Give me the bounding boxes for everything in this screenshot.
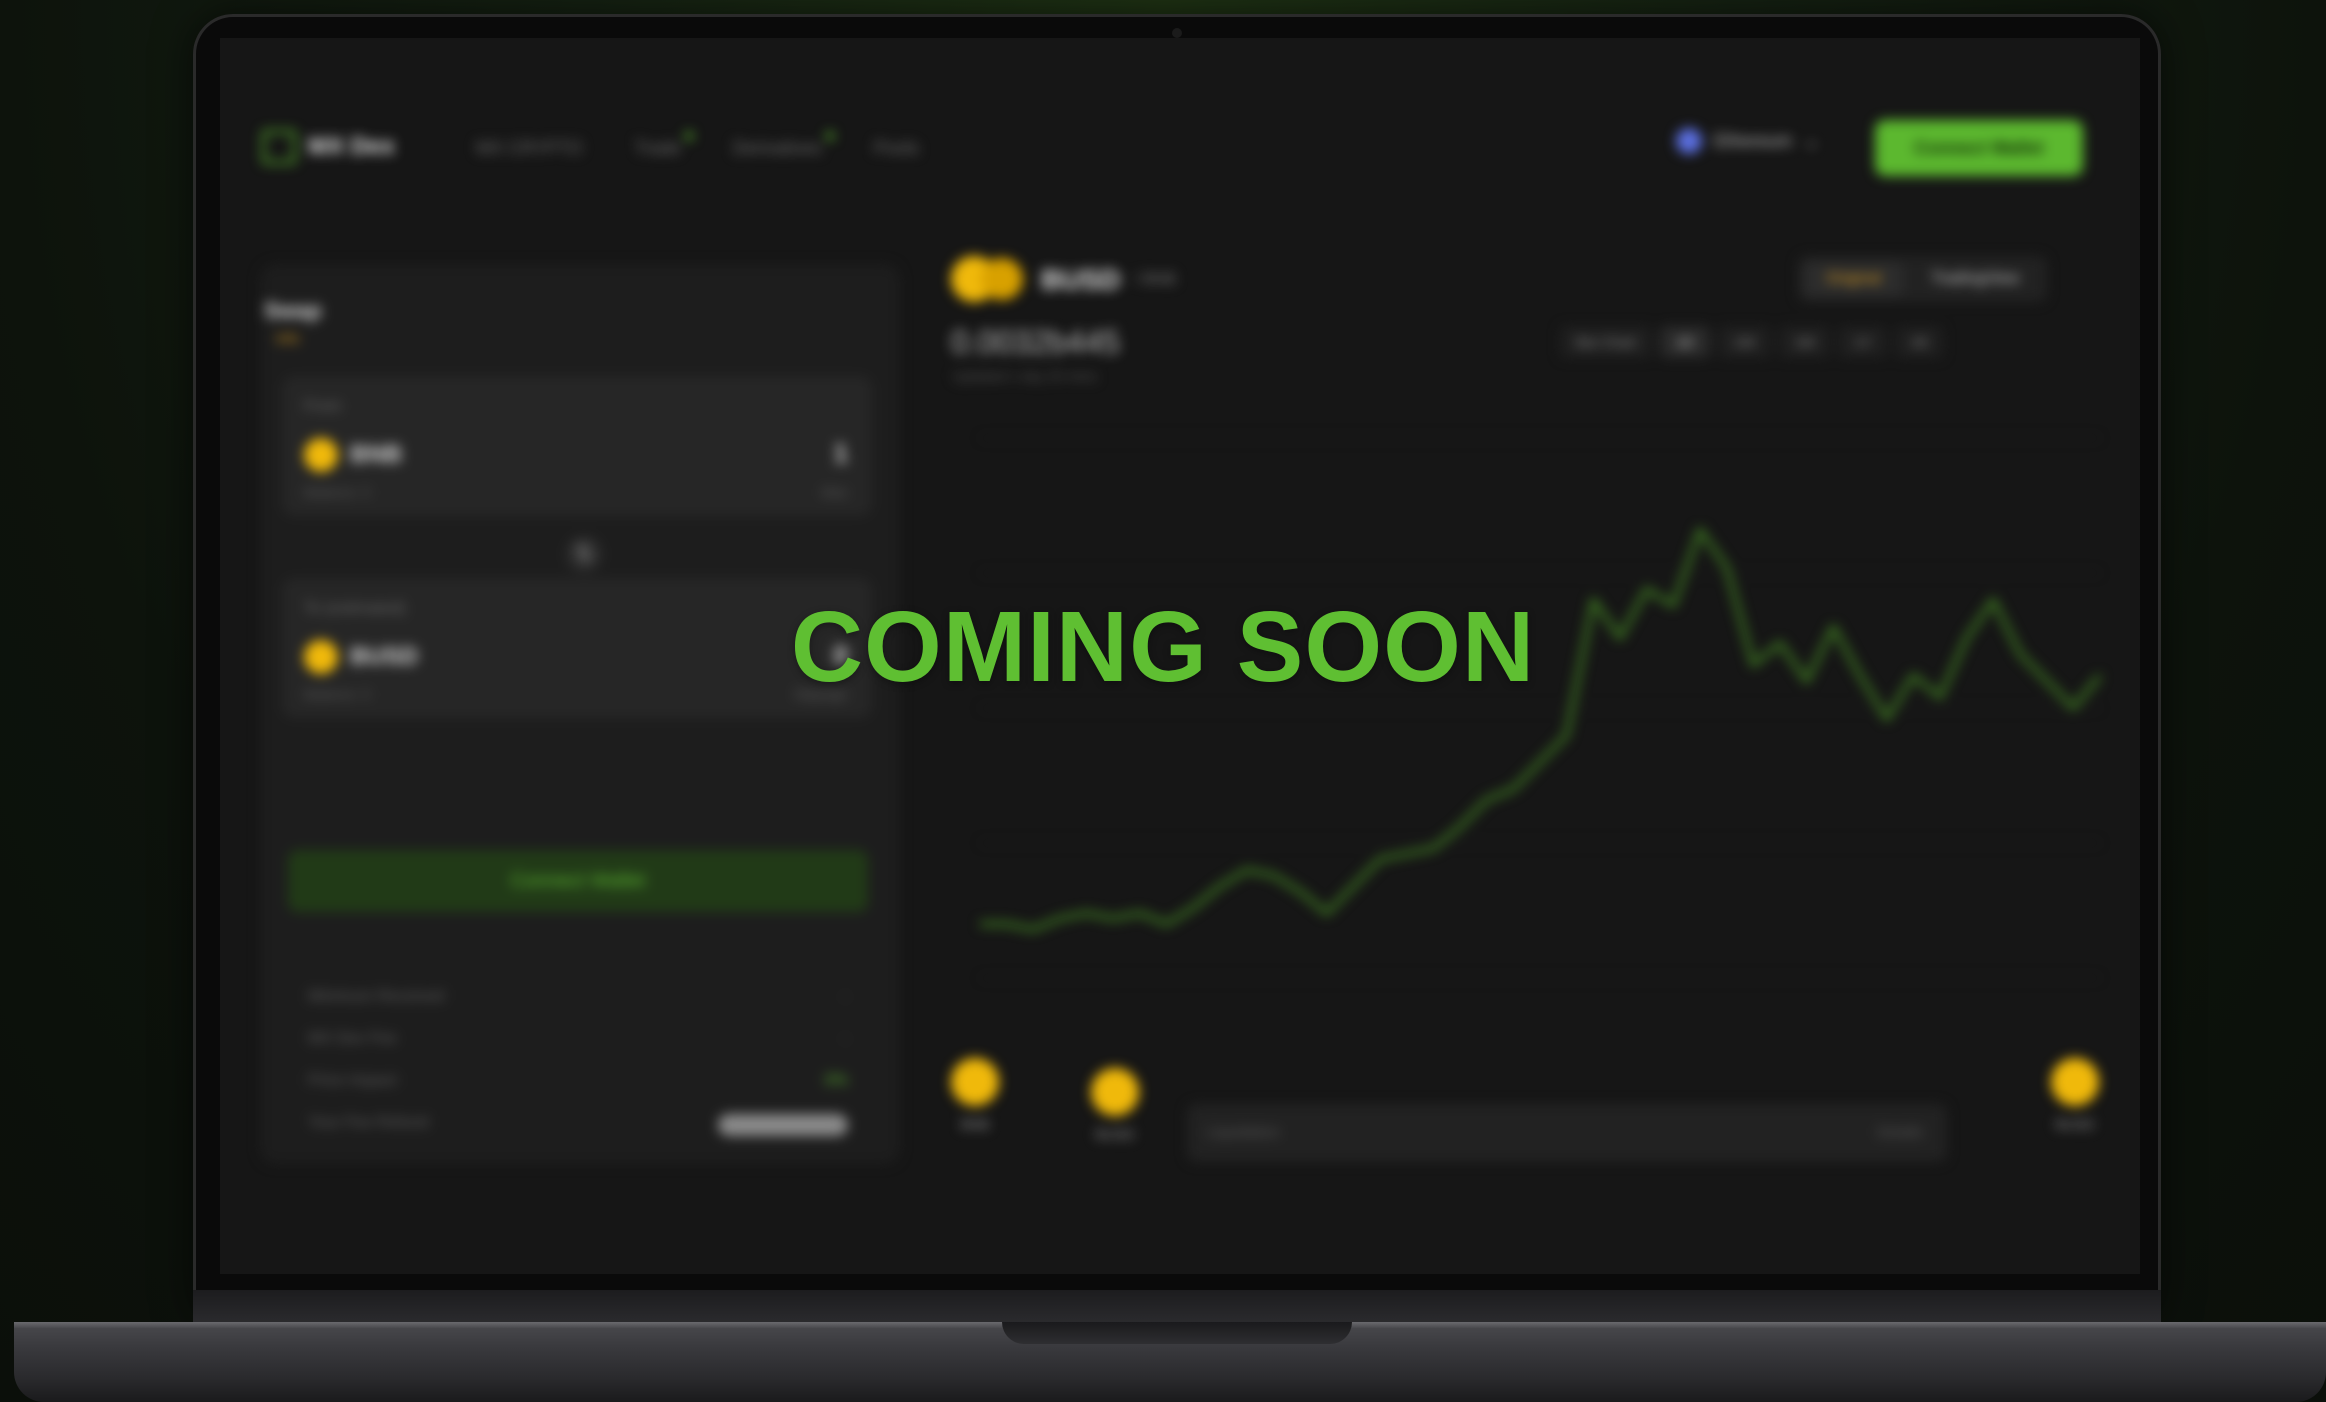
- swap-connect-wallet-button[interactable]: Connect Wallet: [288, 850, 868, 912]
- price-updated: Updated 1 day 20 mins: [953, 368, 1097, 384]
- range-1d[interactable]: 1D: [1659, 326, 1710, 358]
- swap-info: Minimum Received - MX Dex Fee - Price Im…: [308, 988, 848, 1156]
- tab-original[interactable]: Original: [1804, 262, 1904, 296]
- from-token-selector[interactable]: BNB: [304, 438, 402, 472]
- from-token-box[interactable]: From BNB 1 Balance: 0 Max: [282, 376, 872, 516]
- chart-type-select[interactable]: Bar Chart: [1560, 326, 1652, 358]
- pair-header: BUSD / BNB: [951, 256, 1176, 304]
- logo[interactable]: MX Dex: [262, 130, 395, 164]
- route-from: BNB: [951, 1058, 999, 1132]
- chart-tabs: Original TradingView: [1798, 256, 2048, 302]
- connect-wallet-button[interactable]: Connect Wallet: [1875, 120, 2083, 176]
- info-value: -: [842, 988, 848, 1005]
- nav-item-mx-crypto[interactable]: MX CRYPTO: [476, 138, 582, 159]
- info-label: Price Impact: [308, 1072, 397, 1089]
- tab-tradingview[interactable]: TradingView: [1909, 262, 2041, 296]
- info-row: Your Fee Refund: [308, 1114, 848, 1156]
- pair-name: BUSD: [1041, 264, 1121, 295]
- ethereum-icon: [1676, 128, 1702, 154]
- info-label: MX Dex Fee: [308, 1030, 397, 1047]
- network-label: Ethereum: [1714, 130, 1793, 151]
- info-row: MX Dex Fee -: [308, 1030, 848, 1072]
- price: 0.0032b445: [951, 324, 1121, 360]
- route-bar: BNB BUSD Liquidation Details BUSD: [951, 1058, 2111, 1178]
- route-to-label: BUSD: [2055, 1116, 2095, 1132]
- info-row: Minimum Received -: [308, 988, 848, 1030]
- fee-refund-pill: [718, 1114, 848, 1136]
- busd-coin-icon: [1091, 1068, 1139, 1116]
- bnb-coin-icon: [304, 438, 338, 472]
- route-path-label: Liquidation: [1207, 1124, 1280, 1141]
- range-all[interactable]: All: [1895, 326, 1943, 358]
- chevron-down-icon: ⌄: [1804, 130, 1820, 151]
- nav-item-derivatives[interactable]: Derivatives: [733, 132, 834, 159]
- swap-direction-icon[interactable]: ⇅: [566, 536, 602, 572]
- from-amount-input[interactable]: 1: [834, 438, 848, 469]
- logo-text: MX Dex: [308, 133, 395, 160]
- info-value: 0%: [824, 1072, 848, 1089]
- top-nav: MX CRYPTO Trade Derivatives Pools: [476, 132, 919, 159]
- route-via-label: BUSD: [1095, 1126, 1135, 1142]
- laptop-notch: [1002, 1322, 1352, 1344]
- pair-sub: / BNB: [1134, 271, 1177, 288]
- from-token-name: BNB: [350, 441, 402, 468]
- logo-icon: [262, 130, 296, 164]
- network-selector[interactable]: Ethereum ⌄: [1676, 128, 1819, 154]
- info-label: Minimum Received: [308, 988, 445, 1005]
- route-from-label: BNB: [960, 1116, 990, 1132]
- price-chart: [980, 437, 2102, 979]
- laptop-hinge: [193, 1290, 2161, 1324]
- pair-coins-icon: [951, 256, 1027, 304]
- info-label: Your Fee Refund: [308, 1114, 429, 1131]
- swap-subtitle: Info: [276, 330, 300, 346]
- from-balance: Balance: 0: [304, 484, 371, 500]
- bnb-coin-icon: [951, 1058, 999, 1106]
- from-label: From: [304, 398, 342, 415]
- range-bar: Bar Chart 1D 1W 1M 1Y All: [1560, 326, 1943, 358]
- info-row: Price Impact 0%: [308, 1072, 848, 1114]
- nav-item-trade[interactable]: Trade: [634, 132, 694, 159]
- info-value: -: [842, 1030, 848, 1047]
- range-1w[interactable]: 1W: [1717, 326, 1771, 358]
- route-via: BUSD: [1091, 1068, 1139, 1142]
- swap-title: Swap: [264, 298, 322, 323]
- route-path: Liquidation Details: [1187, 1104, 1947, 1162]
- coming-soon-overlay: COMING SOON: [790, 591, 1536, 703]
- route-details-link[interactable]: Details: [1877, 1124, 1923, 1141]
- busd-coin-icon: [2051, 1058, 2099, 1106]
- route-to: BUSD: [2051, 1058, 2099, 1132]
- camera-icon: [1172, 28, 1182, 38]
- range-1m[interactable]: 1M: [1778, 326, 1831, 358]
- nav-item-pools[interactable]: Pools: [874, 138, 919, 159]
- range-1y[interactable]: 1Y: [1838, 326, 1888, 358]
- max-button[interactable]: Max: [822, 484, 848, 500]
